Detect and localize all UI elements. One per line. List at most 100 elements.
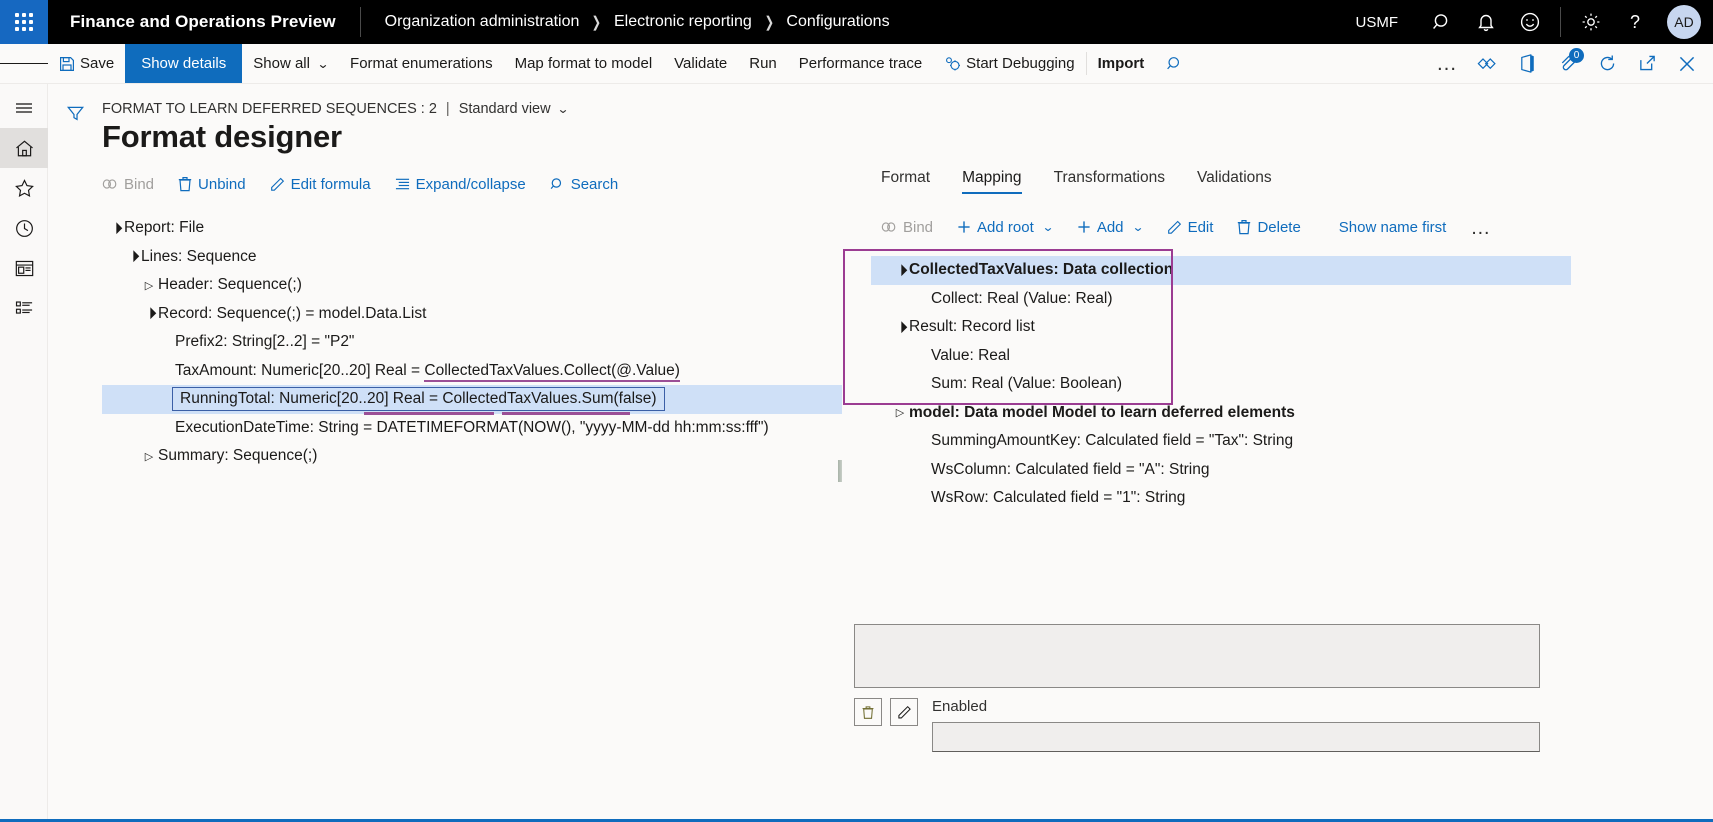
save-button[interactable]: Save <box>48 44 125 83</box>
tab-transformations[interactable]: Transformations <box>1038 169 1181 194</box>
page-search-button[interactable] <box>1155 44 1195 84</box>
import-button[interactable]: Import <box>1087 44 1156 83</box>
format-enumerations-button[interactable]: Format enumerations <box>339 44 504 83</box>
page-subtitle: FORMAT TO LEARN DEFERRED SEQUENCES : 2 |… <box>102 84 1703 117</box>
format-unbind-button[interactable]: Unbind <box>178 176 258 193</box>
show-details-button[interactable]: Show details <box>125 44 243 83</box>
format-tree-row[interactable]: TaxAmount: Numeric[20..20] Real = Collec… <box>102 357 842 386</box>
edit-detail-button[interactable] <box>890 698 918 726</box>
mapping-tree-row[interactable]: Collect: Real (Value: Real) <box>881 285 1703 314</box>
tree-twisty-open-icon[interactable] <box>106 222 124 235</box>
mapping-add-button[interactable]: Add ⌄ <box>1077 219 1155 236</box>
avatar[interactable]: AD <box>1667 5 1701 39</box>
close-button[interactable] <box>1667 44 1707 84</box>
format-tree-row[interactable]: ExecutionDateTime: String = DATETIMEFORM… <box>102 414 842 443</box>
mapping-overflow-button[interactable]: … <box>1470 215 1504 240</box>
tree-twisty-closed-icon[interactable] <box>140 279 158 292</box>
format-tree-row[interactable]: Lines: Sequence <box>102 243 842 272</box>
rail-item-home[interactable] <box>0 128 48 168</box>
navigation-menu-button[interactable] <box>0 44 48 83</box>
mapping-add-root-button[interactable]: Add root ⌄ <box>957 219 1065 236</box>
app-launcher-button[interactable] <box>0 0 48 44</box>
format-expand-collapse-label: Expand/collapse <box>415 175 526 193</box>
modules-list-icon <box>15 300 32 314</box>
trash-icon <box>178 177 192 192</box>
refresh-button[interactable] <box>1587 44 1627 84</box>
view-selector[interactable]: Standard view ⌄ <box>459 101 569 117</box>
tree-twisty-open-icon[interactable] <box>123 250 141 263</box>
tab-mapping[interactable]: Mapping <box>946 169 1037 194</box>
enabled-input[interactable] <box>932 722 1540 752</box>
tab-format[interactable]: Format <box>881 169 946 194</box>
breadcrumb-item-1[interactable]: Electronic reporting <box>614 13 752 31</box>
rail-menu-button[interactable] <box>0 88 48 128</box>
enabled-label: Enabled <box>932 698 988 715</box>
delete-detail-button[interactable] <box>854 698 882 726</box>
mapping-tree-row[interactable]: model: Data model Model to learn deferre… <box>881 399 1703 428</box>
format-tree-row[interactable]: Summary: Sequence(;) <box>102 442 842 471</box>
open-in-office-button[interactable] <box>1507 44 1547 84</box>
format-tree-row[interactable]: RunningTotal: Numeric[20..20] Real = Col… <box>102 385 842 415</box>
run-button[interactable]: Run <box>738 44 788 83</box>
settings-button[interactable] <box>1569 0 1613 44</box>
mapping-tree-row[interactable]: Result: Record list <box>881 313 1703 342</box>
left-rail <box>0 84 48 822</box>
mapping-tree-row[interactable]: Value: Real <box>881 342 1703 371</box>
personalize-button[interactable] <box>1467 44 1507 84</box>
mapping-pane: Format Mapping Transformations Validations … <box>842 169 1703 513</box>
filter-button[interactable] <box>66 104 85 822</box>
search-button[interactable] <box>1420 0 1464 44</box>
rail-item-favorites[interactable] <box>0 168 48 208</box>
breadcrumb-item-2[interactable]: Configurations <box>786 13 889 31</box>
show-all-dropdown[interactable]: Show all ⌄ <box>242 44 339 83</box>
format-search-button[interactable]: Search <box>550 176 631 193</box>
format-tree-row-label: ExecutionDateTime: String = DATETIMEFORM… <box>175 418 769 436</box>
mapping-show-name-first-button[interactable]: Show name first <box>1339 219 1459 236</box>
mapping-edit-button[interactable]: Edit <box>1167 219 1226 236</box>
format-bind-button[interactable]: Bind <box>102 176 166 193</box>
format-edit-formula-button[interactable]: Edit formula <box>270 176 383 193</box>
validate-button[interactable]: Validate <box>663 44 738 83</box>
rail-item-recent[interactable] <box>0 208 48 248</box>
format-tree-row[interactable]: Report: File <box>102 214 842 243</box>
rail-item-modules[interactable] <box>0 288 48 328</box>
mapping-tree-row[interactable]: CollectedTaxValues: Data collection <box>871 256 1571 285</box>
format-tree-row[interactable]: Prefix2: String[2..2] = "P2" <box>102 328 842 357</box>
start-debugging-button[interactable]: Start Debugging <box>933 44 1085 83</box>
company-indicator[interactable]: USMF <box>1346 14 1421 31</box>
help-button[interactable]: ? <box>1613 0 1657 44</box>
overflow-menu-button[interactable]: … <box>1427 44 1467 84</box>
open-in-new-window-button[interactable] <box>1627 44 1667 84</box>
tree-twisty-closed-icon[interactable] <box>140 450 158 463</box>
format-expand-collapse-button[interactable]: Expand/collapse <box>395 176 538 193</box>
question-mark-icon: ? <box>1630 12 1640 32</box>
pane-splitter-grip[interactable] <box>838 460 842 482</box>
format-tree-row[interactable]: Header: Sequence(;) <box>102 271 842 300</box>
tab-validations[interactable]: Validations <box>1181 169 1288 194</box>
tree-twisty-closed-icon[interactable] <box>891 406 909 419</box>
gear-icon <box>1582 13 1600 31</box>
tree-twisty-open-icon[interactable] <box>891 321 909 334</box>
format-toolbar: Bind Unbind Edit formula Expand/collapse… <box>102 169 842 199</box>
debug-gear-icon <box>946 56 961 70</box>
breadcrumb-item-0[interactable]: Organization administration <box>385 13 580 31</box>
tree-twisty-open-icon[interactable] <box>140 307 158 320</box>
mapping-delete-button[interactable]: Delete <box>1237 219 1312 236</box>
attachment-count-badge: 0 <box>1569 47 1584 63</box>
formula-preview-box[interactable] <box>854 624 1540 688</box>
mapping-bind-button[interactable]: Bind <box>881 219 945 236</box>
attachments-button[interactable]: 0 <box>1547 44 1587 84</box>
feedback-button[interactable] <box>1508 0 1552 44</box>
rail-item-workspaces[interactable] <box>0 248 48 288</box>
performance-trace-button[interactable]: Performance trace <box>788 44 933 83</box>
format-bind-label: Bind <box>124 175 155 193</box>
notifications-button[interactable] <box>1464 0 1508 44</box>
format-tree-row[interactable]: Record: Sequence(;) = model.Data.List <box>102 300 842 329</box>
map-format-to-model-button[interactable]: Map format to model <box>504 44 664 83</box>
tree-twisty-open-icon[interactable] <box>891 264 909 277</box>
mapping-tree-row[interactable]: WsColumn: Calculated field = "A": String <box>881 456 1703 485</box>
mapping-tree-row[interactable]: SummingAmountKey: Calculated field = "Ta… <box>881 427 1703 456</box>
mapping-tree-row[interactable]: WsRow: Calculated field = "1": String <box>881 484 1703 513</box>
command-bar: Save Show details Show all ⌄ Format enum… <box>0 44 1713 84</box>
mapping-tree-row[interactable]: Sum: Real (Value: Boolean) <box>881 370 1703 399</box>
